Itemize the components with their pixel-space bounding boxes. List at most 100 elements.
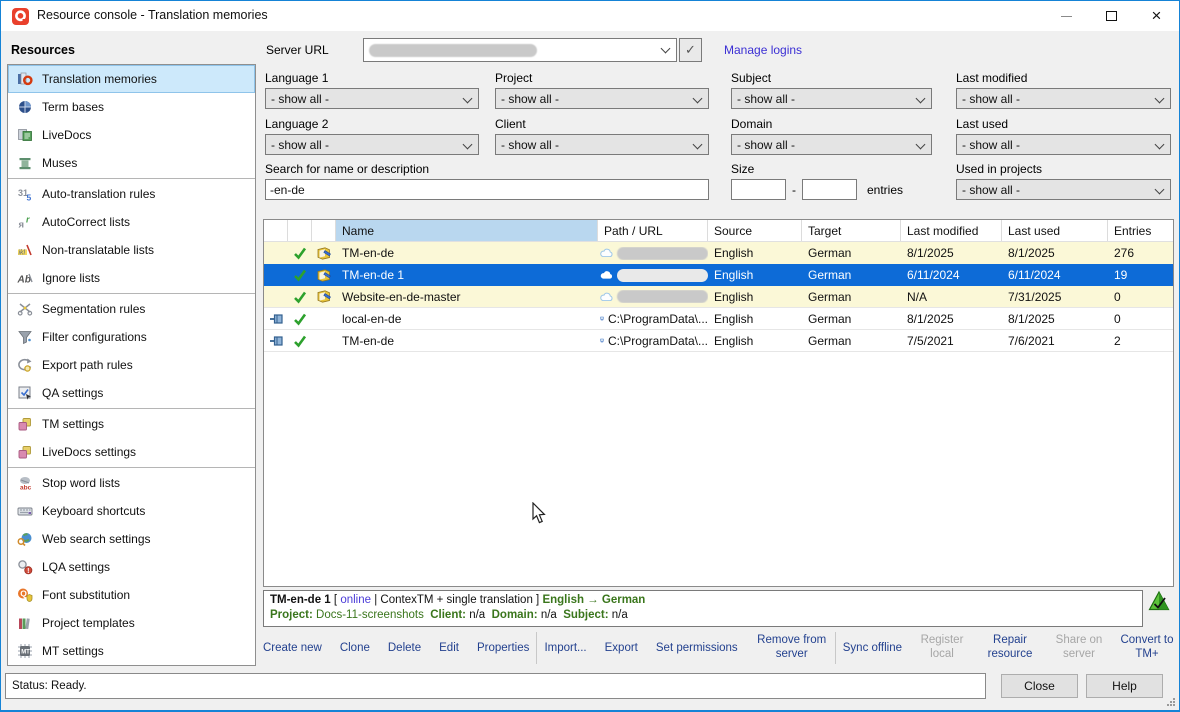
repair-resource-action[interactable]: Repair resource: [982, 634, 1038, 662]
last-modified-cell: 8/1/2025: [901, 312, 1002, 326]
subject-dropdown[interactable]: - show all -: [731, 88, 932, 109]
table-header: Name Path / URL Source Target Last modif…: [264, 220, 1173, 242]
client-dropdown[interactable]: - show all -: [495, 134, 709, 155]
used-in-projects-dropdown[interactable]: - show all -: [956, 179, 1171, 200]
sidebar-item-non-translatable-lists[interactable]: ikl Non-translatable lists: [8, 236, 255, 264]
sidebar-item-filter-configurations[interactable]: Filter configurations: [8, 323, 255, 351]
sidebar-item-translation-memories[interactable]: Translation memories: [8, 65, 255, 93]
name-column-header[interactable]: Name: [336, 220, 598, 241]
set-permissions-action[interactable]: Set permissions: [656, 642, 738, 654]
server-url-label: Server URL: [266, 43, 329, 57]
close-button[interactable]: ×: [1134, 1, 1179, 31]
client-label: Client: [495, 117, 526, 131]
sidebar-item-segmentation-rules[interactable]: Segmentation rules: [8, 295, 255, 323]
close-dialog-label: Close: [1024, 679, 1055, 693]
sidebar-item-term-bases[interactable]: Term bases: [8, 93, 255, 121]
manage-logins-link[interactable]: Manage logins: [724, 43, 802, 57]
details-line2: Project: Docs-11-screenshots Client: n/a…: [270, 608, 1136, 623]
target-cell: German: [802, 312, 901, 326]
sidebar-item-muses[interactable]: Muses: [8, 149, 255, 177]
project-dropdown[interactable]: - show all -: [495, 88, 709, 109]
svg-text:!: !: [27, 568, 29, 575]
cloud-icon: [600, 269, 613, 281]
sidebar-item-font-substitution[interactable]: Q Font substitution: [8, 581, 255, 609]
export-action[interactable]: Export: [605, 642, 638, 654]
table-row[interactable]: TM-en-de English German 8/1/2025 8/1/202…: [264, 242, 1173, 264]
sidebar-item-livedocs[interactable]: LiveDocs: [8, 121, 255, 149]
sidebar-item-project-templates[interactable]: Project templates: [8, 609, 255, 637]
sidebar-separator: [8, 178, 255, 179]
sidebar-item-autocorrect-lists[interactable]: яr AutoCorrect lists: [8, 208, 255, 236]
resize-grip[interactable]: [1166, 697, 1176, 707]
sidebar-item-mt-settings[interactable]: MT MT settings: [8, 637, 255, 665]
table-row[interactable]: TM-en-de C:\ProgramData\... English Germ…: [264, 330, 1173, 352]
last-modified-column-header[interactable]: Last modified: [901, 220, 1002, 241]
svg-text:5: 5: [27, 193, 32, 203]
resource-console-window: Resource console - Translation memories …: [0, 0, 1180, 712]
share-on-server-action[interactable]: Share on server: [1052, 634, 1106, 662]
sidebar-item-web-search-settings[interactable]: Web search settings: [8, 525, 255, 553]
remove-from-server-action[interactable]: Remove from server: [756, 634, 828, 662]
size-min-input[interactable]: [731, 179, 786, 200]
pin-column-header[interactable]: [264, 220, 288, 241]
details-bracket: [: [334, 594, 337, 606]
sidebar-item-stop-word-lists[interactable]: abc Stop word lists: [8, 469, 255, 497]
sidebar-item-lqa-settings[interactable]: ! LQA settings: [8, 553, 255, 581]
last-used-cell: 8/1/2025: [1002, 246, 1108, 260]
domain-value: - show all -: [737, 138, 795, 152]
type-column-header[interactable]: [312, 220, 336, 241]
sidebar-item-keyboard-shortcuts[interactable]: Keyboard shortcuts: [8, 497, 255, 525]
help-button[interactable]: Help: [1086, 674, 1163, 698]
last-used-dropdown[interactable]: - show all -: [956, 134, 1171, 155]
create-new-action[interactable]: Create new: [263, 642, 322, 654]
help-label: Help: [1112, 679, 1137, 693]
sidebar-item-label: Translation memories: [42, 72, 157, 86]
table-row[interactable]: local-en-de C:\ProgramData\... English G…: [264, 308, 1173, 330]
check-column-header[interactable]: [288, 220, 312, 241]
properties-action[interactable]: Properties: [477, 642, 529, 654]
server-connect-button[interactable]: ✓: [679, 38, 702, 62]
convert-to-tm-plus-action[interactable]: Convert to TM+: [1120, 634, 1174, 662]
language2-dropdown[interactable]: - show all -: [265, 134, 479, 155]
path-redacted: [617, 269, 708, 282]
svg-text:ikl: ikl: [19, 250, 26, 257]
search-label: Search for name or description: [265, 162, 429, 176]
source-column-header[interactable]: Source: [708, 220, 802, 241]
muses-icon: [16, 155, 34, 172]
last-modified-dropdown[interactable]: - show all -: [956, 88, 1171, 109]
sidebar-item-qa-settings[interactable]: QA settings: [8, 379, 255, 407]
check-icon: [288, 312, 312, 326]
target-column-header[interactable]: Target: [802, 220, 901, 241]
sidebar-item-export-path-rules[interactable]: Export path rules: [8, 351, 255, 379]
sync-offline-action[interactable]: Sync offline: [843, 642, 902, 654]
maximize-button[interactable]: [1089, 1, 1134, 31]
server-url-combobox[interactable]: [363, 38, 677, 62]
search-input[interactable]: [265, 179, 709, 200]
last-modified-cell: 6/11/2024: [901, 268, 1002, 282]
register-local-action[interactable]: Register local: [916, 634, 968, 662]
delete-action[interactable]: Delete: [388, 642, 421, 654]
table-row-selected[interactable]: TM-en-de 1 English German 6/11/2024 6/11…: [264, 264, 1173, 286]
qa-settings-icon: [16, 385, 34, 402]
minimize-button[interactable]: [1044, 1, 1089, 31]
sidebar-item-auto-translation-rules[interactable]: 315 Auto-translation rules: [8, 180, 255, 208]
last-used-column-header[interactable]: Last used: [1002, 220, 1108, 241]
language1-dropdown[interactable]: - show all -: [265, 88, 479, 109]
web-search-settings-icon: [16, 531, 34, 548]
domain-dropdown[interactable]: - show all -: [731, 134, 932, 155]
table-row[interactable]: Website-en-de-master English German N/A …: [264, 286, 1173, 308]
entries-column-header[interactable]: Entries: [1108, 220, 1173, 241]
clone-action[interactable]: Clone: [340, 642, 370, 654]
path-text: C:\ProgramData\...: [608, 312, 708, 326]
sidebar-item-livedocs-settings[interactable]: LiveDocs settings: [8, 438, 255, 466]
import-action[interactable]: Import...: [544, 642, 586, 654]
confirm-check-icon: ✓: [685, 42, 696, 58]
sidebar-item-label: LQA settings: [42, 560, 110, 574]
edit-action[interactable]: Edit: [439, 642, 459, 654]
close-dialog-button[interactable]: Close: [1001, 674, 1078, 698]
sidebar-item-tm-settings[interactable]: TM settings: [8, 410, 255, 438]
last-used-value: - show all -: [962, 138, 1020, 152]
path-column-header[interactable]: Path / URL: [598, 220, 708, 241]
sidebar-item-ignore-lists[interactable]: Ab Ignore lists: [8, 264, 255, 292]
size-max-input[interactable]: [802, 179, 857, 200]
